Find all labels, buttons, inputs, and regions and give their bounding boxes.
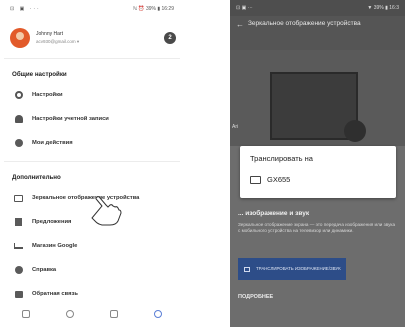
- account-name: Johnny Hart: [36, 31, 63, 37]
- cast-screen-button[interactable]: ТРАНСЛИРОВАТЬ ИЗОБРАЖЕНИЕ/ЗВУК: [238, 258, 346, 280]
- status-left: ⊡ ▣ ···: [236, 5, 253, 11]
- status-right: ℕ ⏰ 39% ▮ 16:29: [132, 6, 174, 12]
- dialog-title: Транслировать на: [250, 154, 313, 163]
- page-title: Зеркальное отображение устройства: [248, 20, 361, 27]
- tv-icon: [250, 175, 261, 184]
- menu-item-label: Настройки учетной записи: [32, 116, 109, 122]
- button-label: ТРАНСЛИРОВАТЬ ИЗОБРАЖЕНИЕ/ЗВУК: [256, 266, 341, 271]
- section-extra: Дополнительно: [12, 173, 61, 181]
- menu-item-label: Обратная связь: [32, 291, 78, 297]
- menu-item-account-settings[interactable]: Настройки учетной записи: [4, 107, 180, 131]
- app-bar: ← Зеркальное отображение устройства: [230, 16, 405, 50]
- bottom-navigation: [4, 305, 180, 323]
- learn-more-link[interactable]: ПОДРОБНЕЕ: [238, 294, 273, 300]
- feedback-icon: [14, 290, 23, 299]
- menu-item-label: Справка: [32, 267, 57, 273]
- history-icon: [14, 139, 23, 148]
- illustration: Ari: [230, 50, 405, 146]
- mirror-device-screen: ⊡ ▣ ··· ▼ 39% ▮ 16:3 ← Зеркальное отобра…: [230, 0, 405, 327]
- cast-icon: [14, 194, 23, 203]
- speaker-illustration: [344, 120, 366, 142]
- menu-item-label: Предложения: [32, 219, 72, 225]
- home-icon[interactable]: [22, 310, 30, 318]
- status-bar: ⊡ ▣ ··· ▼ 39% ▮ 16:3: [230, 0, 405, 16]
- illustration-label: Ari: [232, 124, 239, 130]
- cast-icon: [244, 266, 250, 272]
- divider: [4, 58, 180, 59]
- google-home-drawer: ⊡ ▣ ··· ℕ ⏰ 39% ▮ 16:29 Johnny Hart acv9…: [4, 0, 180, 327]
- status-left: ⊡ ▣ ···: [10, 6, 41, 12]
- divider: [4, 161, 180, 162]
- help-icon: [14, 266, 23, 275]
- menu-item-help[interactable]: Справка: [4, 258, 180, 282]
- cast-dialog: Транслировать на GX655: [240, 146, 396, 198]
- description-text: Зеркальное отображение экрана — это пере…: [238, 222, 396, 233]
- section-general-settings: Общие настройки: [12, 70, 67, 78]
- status-right: ▼ 39% ▮ 16:3: [367, 5, 399, 11]
- cart-icon: [14, 242, 23, 251]
- discover-icon[interactable]: [66, 310, 74, 318]
- settings-icon: [14, 91, 23, 100]
- device-option[interactable]: GX655: [250, 175, 386, 184]
- account-email[interactable]: acv930@gmail.com ▾: [36, 39, 164, 45]
- account-header[interactable]: Johnny Hart acv930@gmail.com ▾ 2: [4, 18, 180, 52]
- account-settings-icon: [14, 115, 23, 124]
- menu-item-label: Мои действия: [32, 140, 73, 146]
- back-arrow-icon[interactable]: ←: [236, 20, 248, 46]
- account-icon[interactable]: [154, 310, 162, 318]
- device-name: GX655: [267, 175, 291, 184]
- avatar[interactable]: [10, 28, 30, 48]
- menu-item-google-store[interactable]: Магазин Google: [4, 234, 180, 258]
- tap-hand-icon: [91, 196, 122, 226]
- section-subtitle: ... изображение и звук: [238, 210, 310, 217]
- menu-item-label: Настройки: [32, 92, 63, 98]
- menu-item-label: Магазин Google: [32, 243, 78, 249]
- menu-item-feedback[interactable]: Обратная связь: [4, 282, 180, 306]
- status-bar: ⊡ ▣ ··· ℕ ⏰ 39% ▮ 16:29: [4, 0, 180, 18]
- offers-icon: [14, 218, 23, 227]
- menu-item-my-actions[interactable]: Мои действия: [4, 131, 180, 155]
- media-icon[interactable]: [110, 310, 118, 318]
- menu-item-settings[interactable]: Настройки: [4, 83, 180, 107]
- notification-badge[interactable]: 2: [164, 32, 176, 44]
